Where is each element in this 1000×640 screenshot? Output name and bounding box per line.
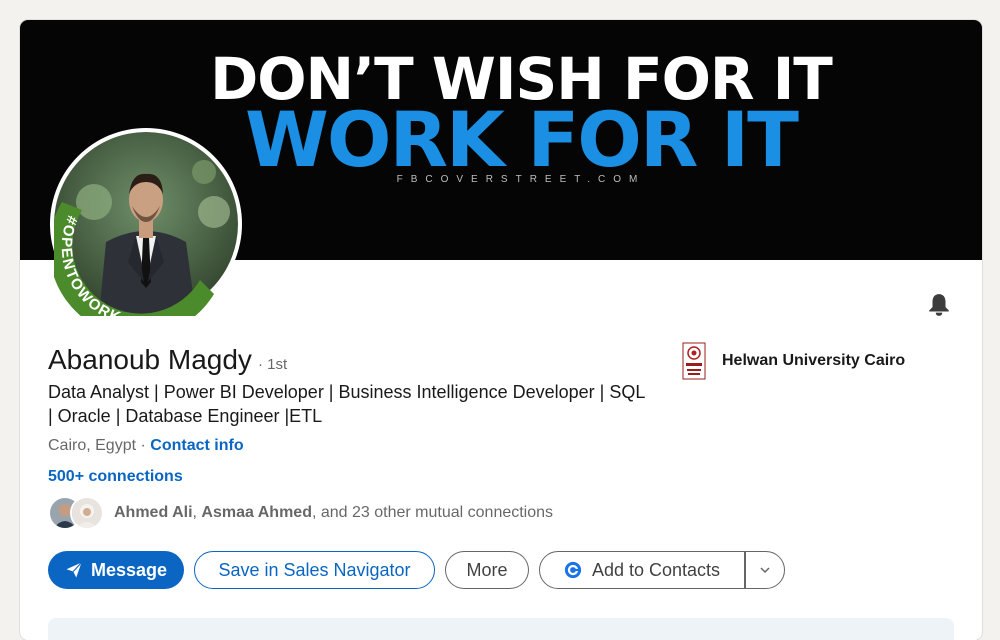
mutual-rest: , and 23 other mutual connections xyxy=(311,504,554,521)
profile-name: Abanoub Magdy xyxy=(48,344,252,375)
bell-icon[interactable] xyxy=(926,292,952,318)
save-sales-navigator-button[interactable]: Save in Sales Navigator xyxy=(194,551,435,589)
open-to-work-panel xyxy=(48,618,954,640)
message-label: Message xyxy=(90,559,168,580)
university-logo-icon xyxy=(682,342,706,380)
google-contacts-icon xyxy=(564,561,582,579)
name-row: Abanoub Magdy · 1st xyxy=(48,344,287,376)
add-to-contacts-dropdown[interactable] xyxy=(746,552,784,588)
profile-headline: Data Analyst | Power BI Developer | Busi… xyxy=(48,382,645,426)
education-link[interactable]: Helwan University Cairo xyxy=(682,342,905,380)
mutual-name-1: Ahmed Ali xyxy=(114,504,193,521)
add-to-contacts-label: Add to Contacts xyxy=(591,559,721,580)
contact-info-link[interactable]: Contact info xyxy=(150,437,243,454)
chevron-down-icon xyxy=(759,567,770,574)
profile-card: DON’T WISH FOR IT WORK FOR IT FBCOVERSTR… xyxy=(20,20,982,640)
mutual-name-2: Asmaa Ahmed xyxy=(201,504,312,521)
mutual-connections[interactable]: Ahmed Ali, Asmaa Ahmed, and 23 other mut… xyxy=(48,496,553,530)
profile-photo-image: #OPENTOWORK xyxy=(54,132,238,316)
mutual-avatar-2 xyxy=(70,496,104,530)
mutual-connections-text: Ahmed Ali, Asmaa Ahmed, and 23 other mut… xyxy=(114,504,553,522)
message-button[interactable]: Message xyxy=(48,551,184,589)
location-separator: · xyxy=(136,437,151,454)
profile-actions: Message Save in Sales Navigator More Add… xyxy=(48,551,785,589)
profile-location: Cairo, Egypt xyxy=(48,437,137,454)
add-to-contacts-button[interactable]: Add to Contacts xyxy=(540,552,744,588)
location-row: Cairo, Egypt · Contact info xyxy=(48,437,244,455)
more-button[interactable]: More xyxy=(445,551,529,589)
connection-degree: · 1st xyxy=(257,356,288,373)
profile-photo[interactable]: #OPENTOWORK xyxy=(50,128,242,320)
connections-link[interactable]: 500+ connections xyxy=(48,468,183,486)
university-name: Helwan University Cairo xyxy=(722,352,906,369)
add-to-contacts-split-button: Add to Contacts xyxy=(539,551,785,589)
send-icon xyxy=(66,562,82,578)
